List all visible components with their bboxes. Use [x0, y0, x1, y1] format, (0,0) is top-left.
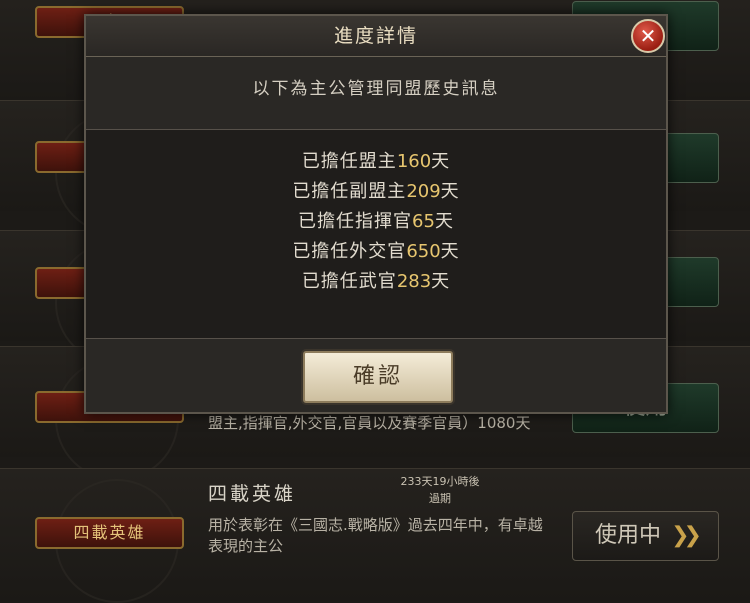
item-title: 四載英雄	[208, 483, 297, 505]
stat-unit: 天	[431, 271, 451, 292]
stat-row: 已擔任指揮官65天	[86, 207, 666, 237]
stat-row: 已擔任副盟主209天	[86, 177, 666, 207]
stat-list: 已擔任盟主160天 已擔任副盟主209天 已擔任指揮官65天 已擔任外交官650…	[86, 147, 666, 297]
row-tag: 四載英雄	[35, 517, 184, 549]
stat-unit: 天	[434, 211, 454, 232]
chevron-right-icon: ❯❯	[671, 523, 702, 548]
dialog-subtitle: 以下為主公管理同盟歷史訊息	[252, 79, 500, 99]
close-button[interactable]: ✕	[631, 19, 665, 53]
stat-label: 已擔任盟主	[301, 151, 397, 172]
confirm-button[interactable]: 確認	[303, 351, 453, 403]
stat-unit: 天	[440, 181, 460, 202]
dialog-body: 已擔任盟主160天 已擔任副盟主209天 已擔任指揮官65天 已擔任外交官650…	[86, 129, 666, 339]
item-description: 盟主,指揮官,外交官,官員以及賽季官員）1080天	[208, 414, 531, 432]
stat-label: 已擔任副盟主	[292, 181, 407, 202]
stat-value: 650	[406, 241, 441, 262]
stat-value: 160	[396, 151, 432, 172]
stat-value: 209	[406, 181, 441, 202]
stat-value: 65	[412, 211, 435, 232]
stat-label: 已擔任指揮官	[298, 211, 413, 232]
in-use-button[interactable]: 使用中 ❯❯	[572, 511, 719, 561]
item-description: 用於表彰在《三國志.戰略版》過去四年中，有卓越表現的主公	[208, 516, 543, 555]
stat-row: 已擔任外交官650天	[86, 237, 666, 267]
expiry-timer: 233天19小時後 過期	[400, 475, 480, 505]
in-use-label: 使用中	[595, 523, 662, 548]
stat-unit: 天	[431, 151, 451, 172]
progress-details-dialog: 進度詳情 ✕ 以下為主公管理同盟歷史訊息 已擔任盟主160天 已擔任副盟主209…	[84, 14, 668, 414]
list-item: 四載英雄 四載英雄 233天19小時後 過期 用於表彰在《三國志.戰略版》過去四…	[0, 468, 750, 603]
stat-label: 已擔任外交官	[292, 241, 407, 262]
stat-label: 已擔任武官	[301, 271, 397, 292]
stat-row: 已擔任武官283天	[86, 267, 666, 297]
dialog-title: 進度詳情	[333, 25, 418, 47]
stat-unit: 天	[440, 241, 460, 262]
stat-value: 283	[396, 271, 432, 292]
close-icon: ✕	[639, 24, 657, 48]
stat-row: 已擔任盟主160天	[86, 147, 666, 177]
